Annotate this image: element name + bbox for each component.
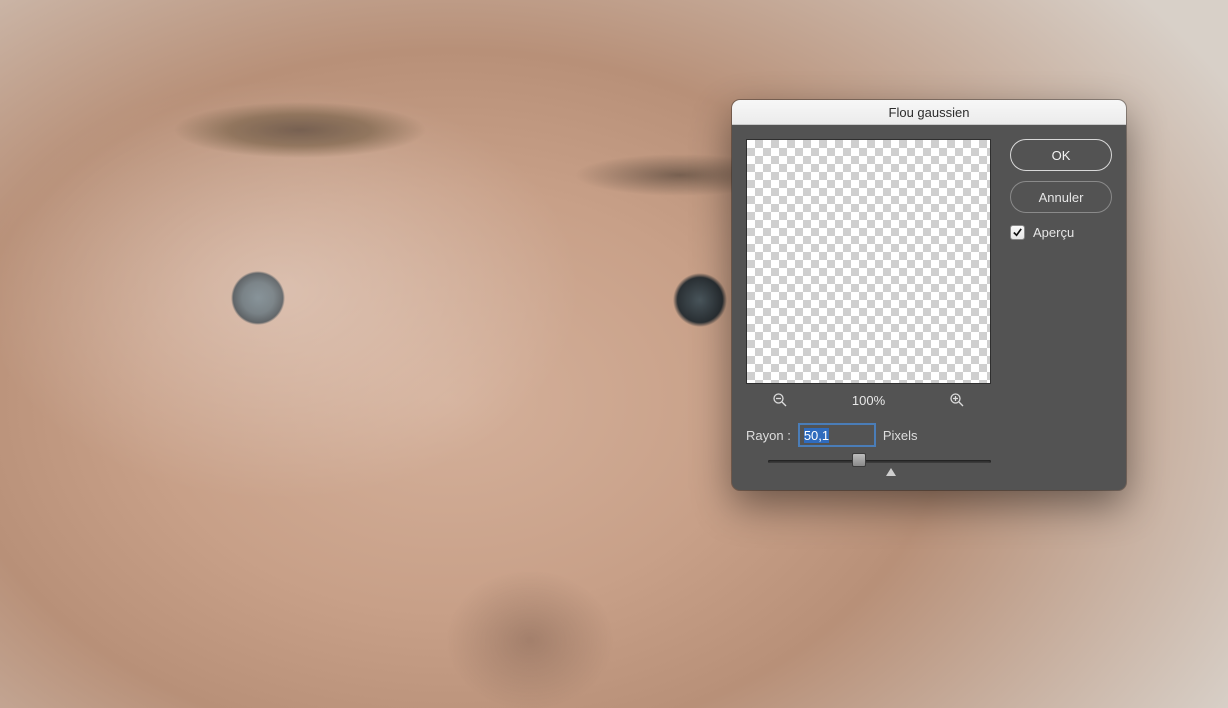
ok-button[interactable]: OK — [1010, 139, 1112, 171]
zoom-level: 100% — [852, 393, 885, 408]
cancel-button[interactable]: Annuler — [1010, 181, 1112, 213]
dialog-titlebar[interactable]: Flou gaussien — [732, 100, 1126, 125]
radius-input[interactable] — [799, 424, 875, 446]
radius-slider[interactable] — [768, 450, 991, 472]
preview-pane[interactable] — [746, 139, 991, 384]
zoom-out-icon[interactable] — [772, 392, 788, 408]
zoom-in-icon[interactable] — [949, 392, 965, 408]
slider-thumb[interactable] — [852, 453, 866, 467]
slider-default-marker — [886, 468, 896, 476]
slider-track — [768, 460, 991, 463]
check-icon — [1012, 227, 1023, 238]
radius-label: Rayon : — [746, 428, 791, 443]
dialog-title: Flou gaussien — [889, 105, 970, 120]
gaussian-blur-dialog: Flou gaussien 100% — [732, 100, 1126, 490]
preview-checkbox[interactable] — [1010, 225, 1025, 240]
preview-label: Aperçu — [1033, 225, 1074, 240]
radius-unit: Pixels — [883, 428, 918, 443]
